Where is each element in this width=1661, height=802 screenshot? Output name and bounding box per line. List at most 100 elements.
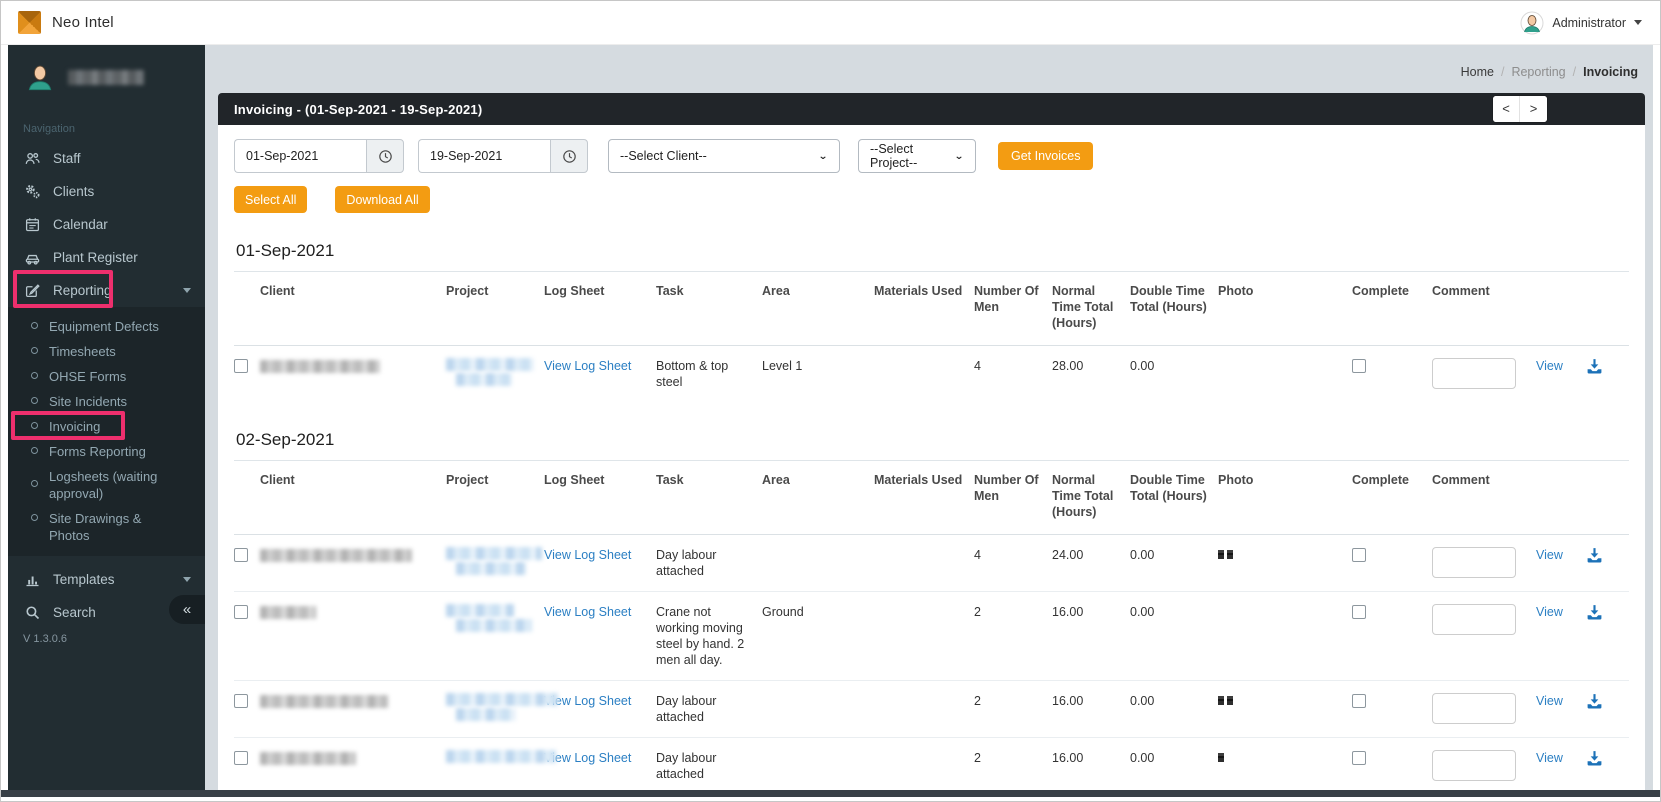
complete-checkbox[interactable] [1352, 694, 1366, 708]
sidebar-item-staff[interactable]: Staff [8, 142, 205, 175]
sidebar-collapse-button[interactable]: « [169, 595, 205, 624]
column-header-comment: Comment [1432, 460, 1536, 535]
download-all-button[interactable]: Download All [335, 186, 430, 213]
photo-cell [1218, 346, 1352, 403]
comment-input[interactable] [1432, 693, 1516, 724]
row-select-checkbox[interactable] [234, 694, 248, 708]
chevron-down-icon: ⌄ [817, 150, 828, 162]
download-icon[interactable] [1586, 751, 1603, 769]
download-icon[interactable] [1586, 605, 1603, 623]
row-select-checkbox[interactable] [234, 605, 248, 619]
download-icon[interactable] [1586, 359, 1603, 377]
complete-checkbox[interactable] [1352, 359, 1366, 373]
column-header-client: Client [260, 271, 446, 346]
circle-icon [31, 397, 38, 404]
view-log-sheet-link[interactable]: View Log Sheet [544, 359, 631, 373]
reporting-submenu: Equipment Defects Timesheets OHSE Forms … [8, 307, 205, 556]
view-link[interactable]: View [1536, 694, 1563, 708]
column-header-materials: Materials Used [874, 271, 974, 346]
sidebar-item-label: Plant Register [53, 249, 138, 265]
client-select[interactable]: --Select Client-- ⌄ [608, 139, 840, 173]
sidebar-item-label: Reporting [53, 282, 112, 298]
column-header-complete: Complete [1352, 460, 1432, 535]
chevron-down-icon [1634, 20, 1642, 25]
column-header-area: Area [762, 460, 874, 535]
project-name-redacted [456, 619, 532, 632]
sidebar-item-clients[interactable]: Clients [8, 175, 205, 208]
user-menu[interactable]: Administrator [1520, 11, 1660, 35]
photo-thumbnail[interactable] [1227, 696, 1233, 705]
circle-icon [31, 322, 38, 329]
top-bar: Neo Intel Administrator [1, 1, 1660, 45]
view-link[interactable]: View [1536, 359, 1563, 373]
date-from-addon[interactable] [366, 139, 404, 173]
app-logo-icon [18, 11, 41, 34]
view-log-sheet-link[interactable]: View Log Sheet [544, 548, 631, 562]
filter-row: --Select Client-- ⌄ --Select Project-- ⌄… [234, 139, 1629, 173]
chevron-down-icon [183, 577, 191, 582]
comment-input[interactable] [1432, 547, 1516, 578]
row-select-checkbox[interactable] [234, 359, 248, 373]
sidebar-item-templates[interactable]: Templates [8, 563, 205, 596]
breadcrumb-reporting[interactable]: Reporting [1511, 65, 1565, 79]
window-bottom-edge [1, 790, 1660, 797]
download-icon[interactable] [1586, 548, 1603, 566]
sidebar-item-timesheets[interactable]: Timesheets [8, 339, 205, 364]
photo-thumbnail[interactable] [1218, 753, 1224, 762]
normal-time-cell: 16.00 [1052, 591, 1130, 681]
sidebar-item-reporting[interactable]: Reporting [8, 270, 205, 308]
column-header-men: Number Of Men [974, 271, 1052, 346]
photo-thumbnail[interactable] [1218, 550, 1224, 559]
date-from-group [234, 139, 404, 173]
sidebar-item-calendar[interactable]: Calendar [8, 208, 205, 241]
date-to-input[interactable] [418, 139, 550, 173]
select-all-button[interactable]: Select All [234, 186, 308, 213]
column-header-men: Number Of Men [974, 460, 1052, 535]
project-name-redacted [446, 547, 542, 560]
double-time-cell: 0.00 [1130, 751, 1155, 765]
project-select[interactable]: --Select Project-- ⌄ [858, 139, 976, 173]
comment-input[interactable] [1432, 358, 1516, 389]
complete-checkbox[interactable] [1352, 548, 1366, 562]
view-link[interactable]: View [1536, 548, 1563, 562]
row-select-checkbox[interactable] [234, 751, 248, 765]
area-cell: Level 1 [762, 359, 803, 373]
sidebar-item-logsheets-waiting-approval[interactable]: Logsheets (waiting approval) [8, 464, 205, 506]
brand-name: Neo Intel [52, 14, 114, 31]
invoice-table: Client Project Log Sheet Task Area Materials … [234, 271, 1629, 402]
sidebar-item-invoicing[interactable]: Invoicing [8, 411, 205, 440]
sidebar-item-forms-reporting[interactable]: Forms Reporting [8, 439, 205, 464]
breadcrumb-home[interactable]: Home [1461, 65, 1494, 79]
download-icon[interactable] [1586, 694, 1603, 712]
photo-thumbnail[interactable] [1227, 550, 1233, 559]
date-to-addon[interactable] [550, 139, 588, 173]
comment-input[interactable] [1432, 750, 1516, 781]
column-header-logsheet: Log Sheet [544, 271, 656, 346]
view-link[interactable]: View [1536, 751, 1563, 765]
view-log-sheet-link[interactable]: View Log Sheet [544, 605, 631, 619]
complete-checkbox[interactable] [1352, 605, 1366, 619]
complete-checkbox[interactable] [1352, 751, 1366, 765]
number-of-men-cell: 4 [974, 359, 981, 373]
sidebar-item-plant-register[interactable]: Plant Register [8, 241, 205, 274]
area-cell [762, 738, 874, 791]
date-from-input[interactable] [234, 139, 366, 173]
view-link[interactable]: View [1536, 605, 1563, 619]
pager-next-button[interactable]: > [1520, 96, 1547, 122]
pager-prev-button[interactable]: < [1493, 96, 1520, 122]
view-log-sheet-link[interactable]: View Log Sheet [544, 751, 631, 765]
sidebar-item-equipment-defects[interactable]: Equipment Defects [8, 314, 205, 339]
get-invoices-button[interactable]: Get Invoices [998, 142, 1094, 170]
brand[interactable]: Neo Intel [1, 11, 114, 34]
comment-input[interactable] [1432, 604, 1516, 635]
breadcrumb-invoicing: Invoicing [1583, 65, 1638, 79]
project-name-redacted [456, 708, 516, 721]
materials-cell [874, 346, 974, 403]
photo-thumbnail[interactable] [1218, 696, 1224, 705]
actions-row: Select All Download All [234, 186, 1629, 213]
number-of-men-cell: 2 [974, 591, 1052, 681]
sidebar-item-site-incidents[interactable]: Site Incidents [8, 389, 205, 414]
sidebar-item-ohse-forms[interactable]: OHSE Forms [8, 364, 205, 389]
sidebar-item-site-drawings-photos[interactable]: Site Drawings & Photos [8, 506, 205, 548]
row-select-checkbox[interactable] [234, 548, 248, 562]
